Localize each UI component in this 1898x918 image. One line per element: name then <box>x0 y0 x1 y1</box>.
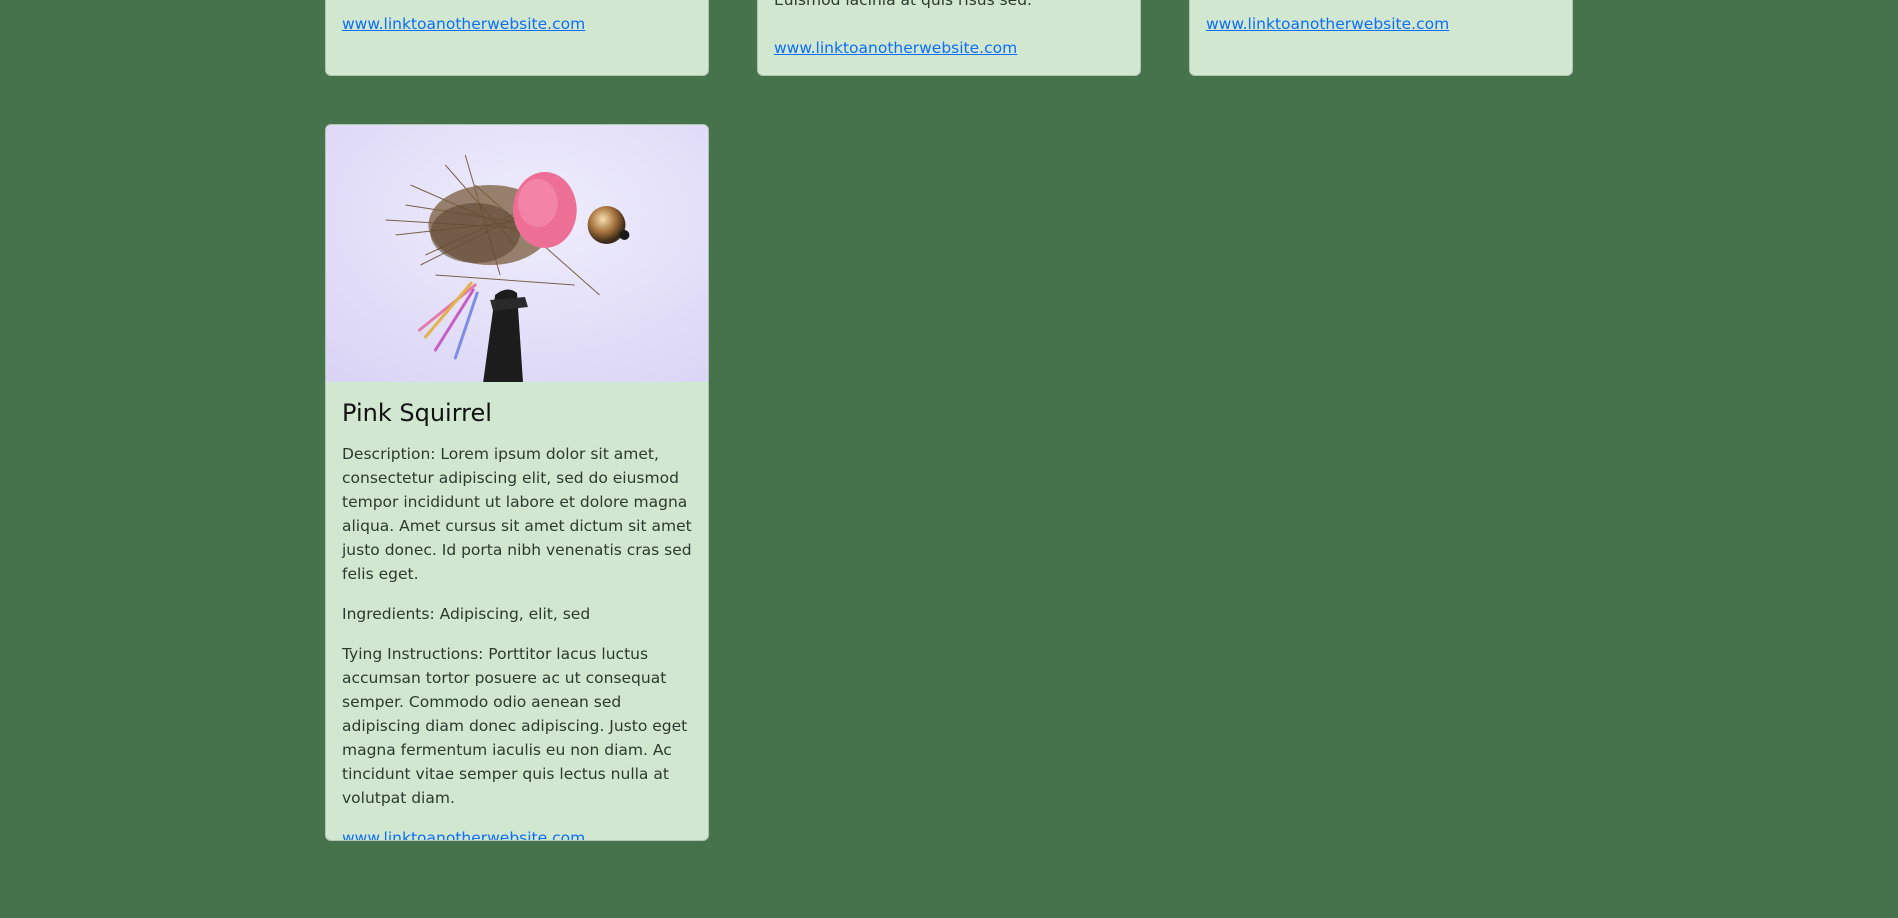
external-link[interactable]: www.linktoanotherwebsite.com <box>342 829 585 840</box>
fly-photo <box>326 125 708 382</box>
fly-card-top-left: www.linktoanotherwebsite.com <box>325 0 709 76</box>
external-link[interactable]: www.linktoanotherwebsite.com <box>1206 15 1449 33</box>
card-title: Pink Squirrel <box>342 399 492 427</box>
external-link[interactable]: www.linktoanotherwebsite.com <box>774 39 1017 57</box>
fly-ingredients: Ingredients: Adipiscing, elit, sed <box>342 605 591 623</box>
card-text: Euismod lacinia at quis risus sed. <box>774 0 1032 9</box>
fly-tying-instructions: Tying Instructions: Porttitor lacus luct… <box>342 645 688 807</box>
fly-card-top-middle: Euismod lacinia at quis risus sed. www.l… <box>757 0 1141 76</box>
external-link[interactable]: www.linktoanotherwebsite.com <box>342 15 585 33</box>
fly-description: Description: Lorem ipsum dolor sit amet,… <box>342 445 692 583</box>
fly-card-pink-squirrel: Pink Squirrel Description: Lorem ipsum d… <box>325 124 709 841</box>
fly-card-top-right: www.linktoanotherwebsite.com <box>1189 0 1573 76</box>
